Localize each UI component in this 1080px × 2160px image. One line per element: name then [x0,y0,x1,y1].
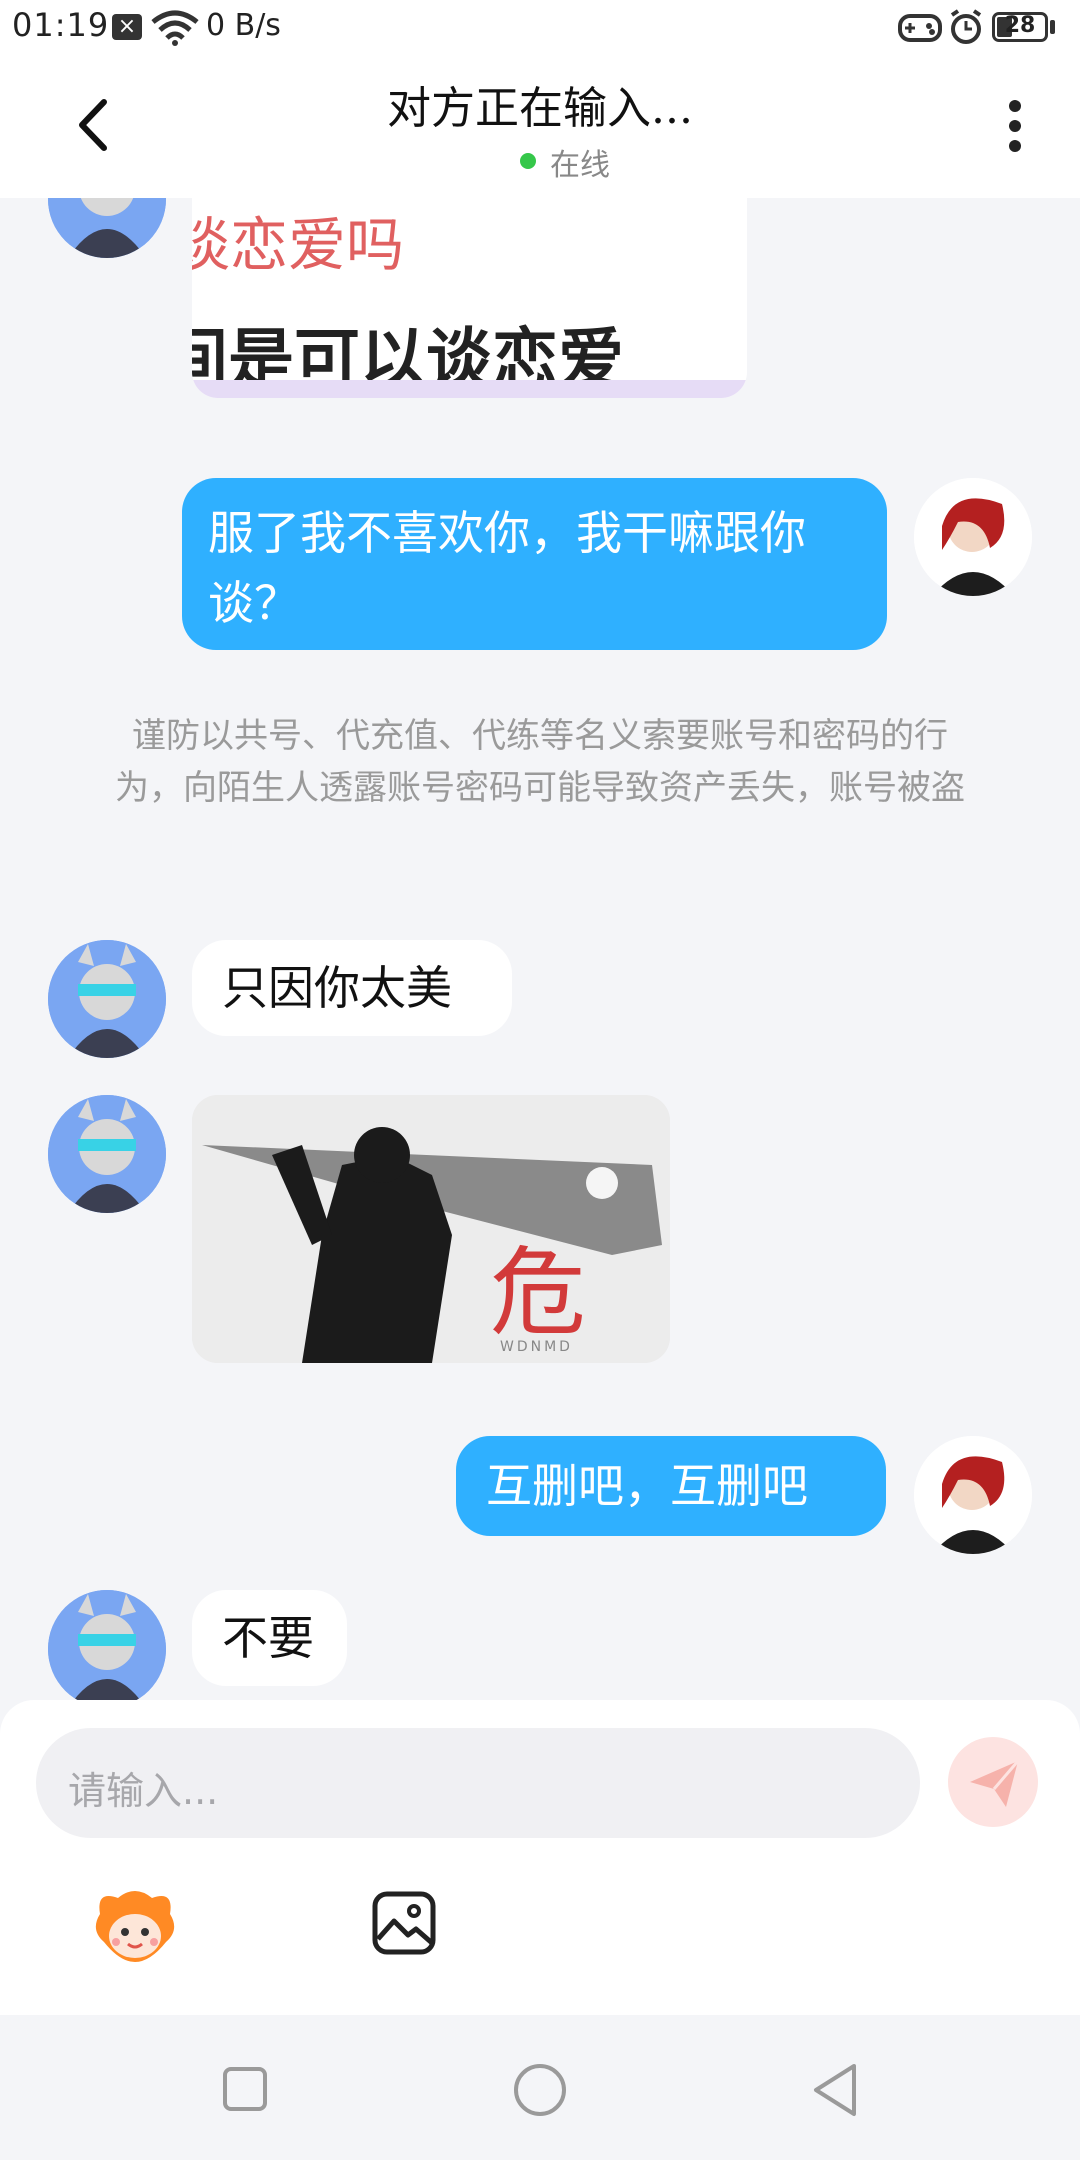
top-image-text-1: 谈恋爱吗 [192,211,405,279]
online-status: 在线 [550,148,610,183]
image-message[interactable]: 危 WDNMD [192,1095,670,1363]
status-time: 01:19 [12,6,110,44]
game-mode-icon [898,14,942,42]
avatar-self[interactable] [914,478,1032,596]
message-bubble-incoming[interactable]: 只因你太美 [192,940,512,1036]
more-menu-icon[interactable] [1000,98,1030,158]
avatar-self[interactable] [914,1436,1032,1554]
avatar-other[interactable] [48,198,166,258]
avatar-other[interactable] [48,1590,166,1708]
avatar-other[interactable] [48,940,166,1058]
recent-apps-icon[interactable] [222,2066,268,2112]
back-icon[interactable] [74,98,114,152]
send-icon [970,1760,1020,1807]
message-bubble-outgoing[interactable]: 互删吧，互删吧 [456,1436,886,1536]
image-picker-button[interactable] [372,1891,436,1955]
image-caption: WDNMD [500,1339,573,1355]
image-warning-text: 危 [490,1237,586,1349]
message-bubble-outgoing[interactable]: 服了我不喜欢你，我干嘛跟你谈？ [182,478,887,650]
alarm-icon [950,9,982,44]
battery-icon: 28 [992,12,1048,42]
message-input-placeholder: 请输入... [68,1769,219,1813]
page-title: 对方正在输入... [387,83,693,134]
online-indicator [520,153,536,169]
nav-back-icon[interactable] [810,2062,860,2118]
message-top-clip: 谈恋爱吗 间是可以谈恋爱 [0,198,1080,418]
emoji-button[interactable] [92,1886,178,1964]
message-bubble-incoming[interactable]: 不要 [192,1590,347,1686]
net-rate: 0 B/s [206,8,281,43]
battery-tip [1050,20,1055,34]
image-icon [372,1891,436,1955]
security-notice: 谨防以共号、代充值、代练等名义索要账号和密码的行为，向陌生人透露账号密码可能导致… [115,716,965,808]
send-button[interactable] [948,1737,1038,1827]
home-icon[interactable] [512,2062,568,2118]
wifi-icon [151,10,199,46]
emoji-mascot-icon [95,1891,175,1962]
avatar-other[interactable] [48,1095,166,1213]
sim-off-icon: × [112,14,142,40]
battery-level: 28 [1004,13,1036,38]
top-image-message[interactable]: 谈恋爱吗 间是可以谈恋爱 [192,198,747,398]
